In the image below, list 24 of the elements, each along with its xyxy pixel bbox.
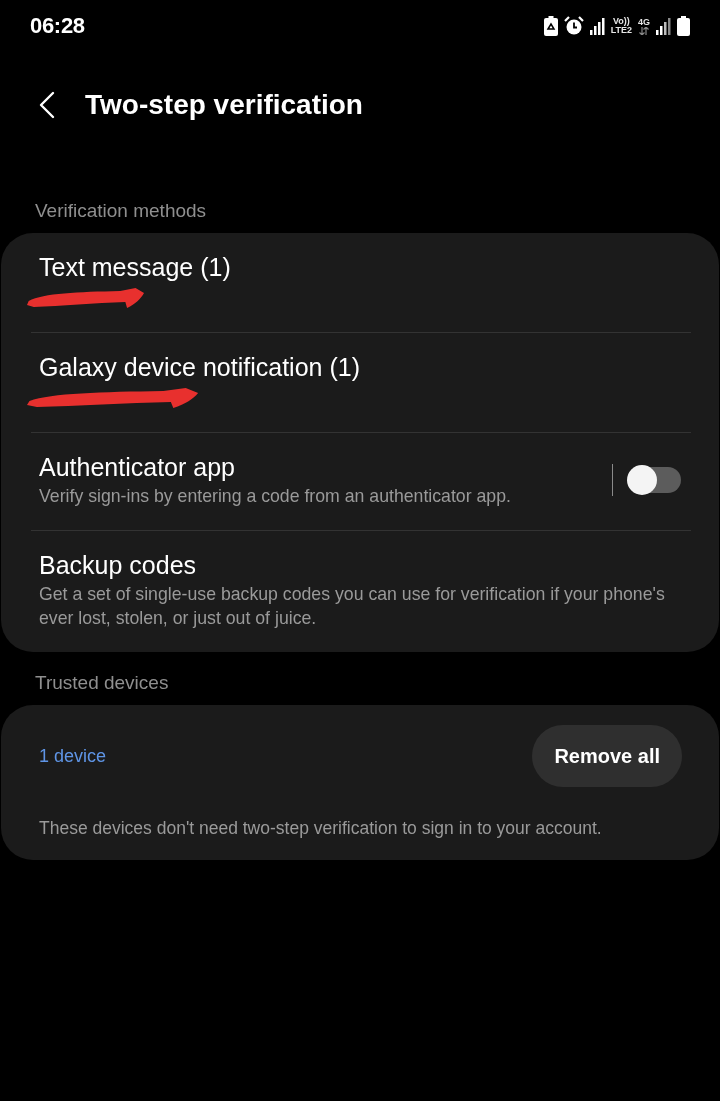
clock-time: 06:28 [30,13,85,39]
alarm-icon [563,16,584,36]
volte-label: Vo)) [612,17,630,26]
menu-item-title[interactable]: Text message (1) [39,252,231,282]
network-type-label: 4G [638,17,650,27]
section-heading: Verification methods [34,199,208,223]
back-icon[interactable] [38,91,56,119]
menu-item-title[interactable]: Galaxy device notification (1) [39,352,360,382]
page-title: Two-step verification [85,89,363,121]
menu-item-description: Verify sign-ins by entering a code from an authenticator app. [39,485,512,508]
toggle-switch[interactable] [627,465,681,495]
network-type-label: LTE2 [610,26,632,35]
menu-item-title[interactable]: Authenticator app [39,452,235,482]
signal-icon [589,17,605,35]
menu-item-description: Get a set of single-use backup codes you can use for verification if your phone's ever lost, stolen, or just out of juice. [39,583,666,630]
devices-link[interactable]: 1 device [39,745,107,767]
battery-icon [677,16,690,36]
remove-all-button[interactable]: Remove all [532,725,682,787]
menu-item-title[interactable]: Backup codes [39,550,197,580]
data-arrows-icon [639,26,649,35]
info-text: These devices don't need two-step verification to sign in to your account. [38,817,603,840]
battery-saver-icon [543,16,558,36]
signal-icon [656,17,671,35]
section-heading: Trusted devices [34,671,170,695]
